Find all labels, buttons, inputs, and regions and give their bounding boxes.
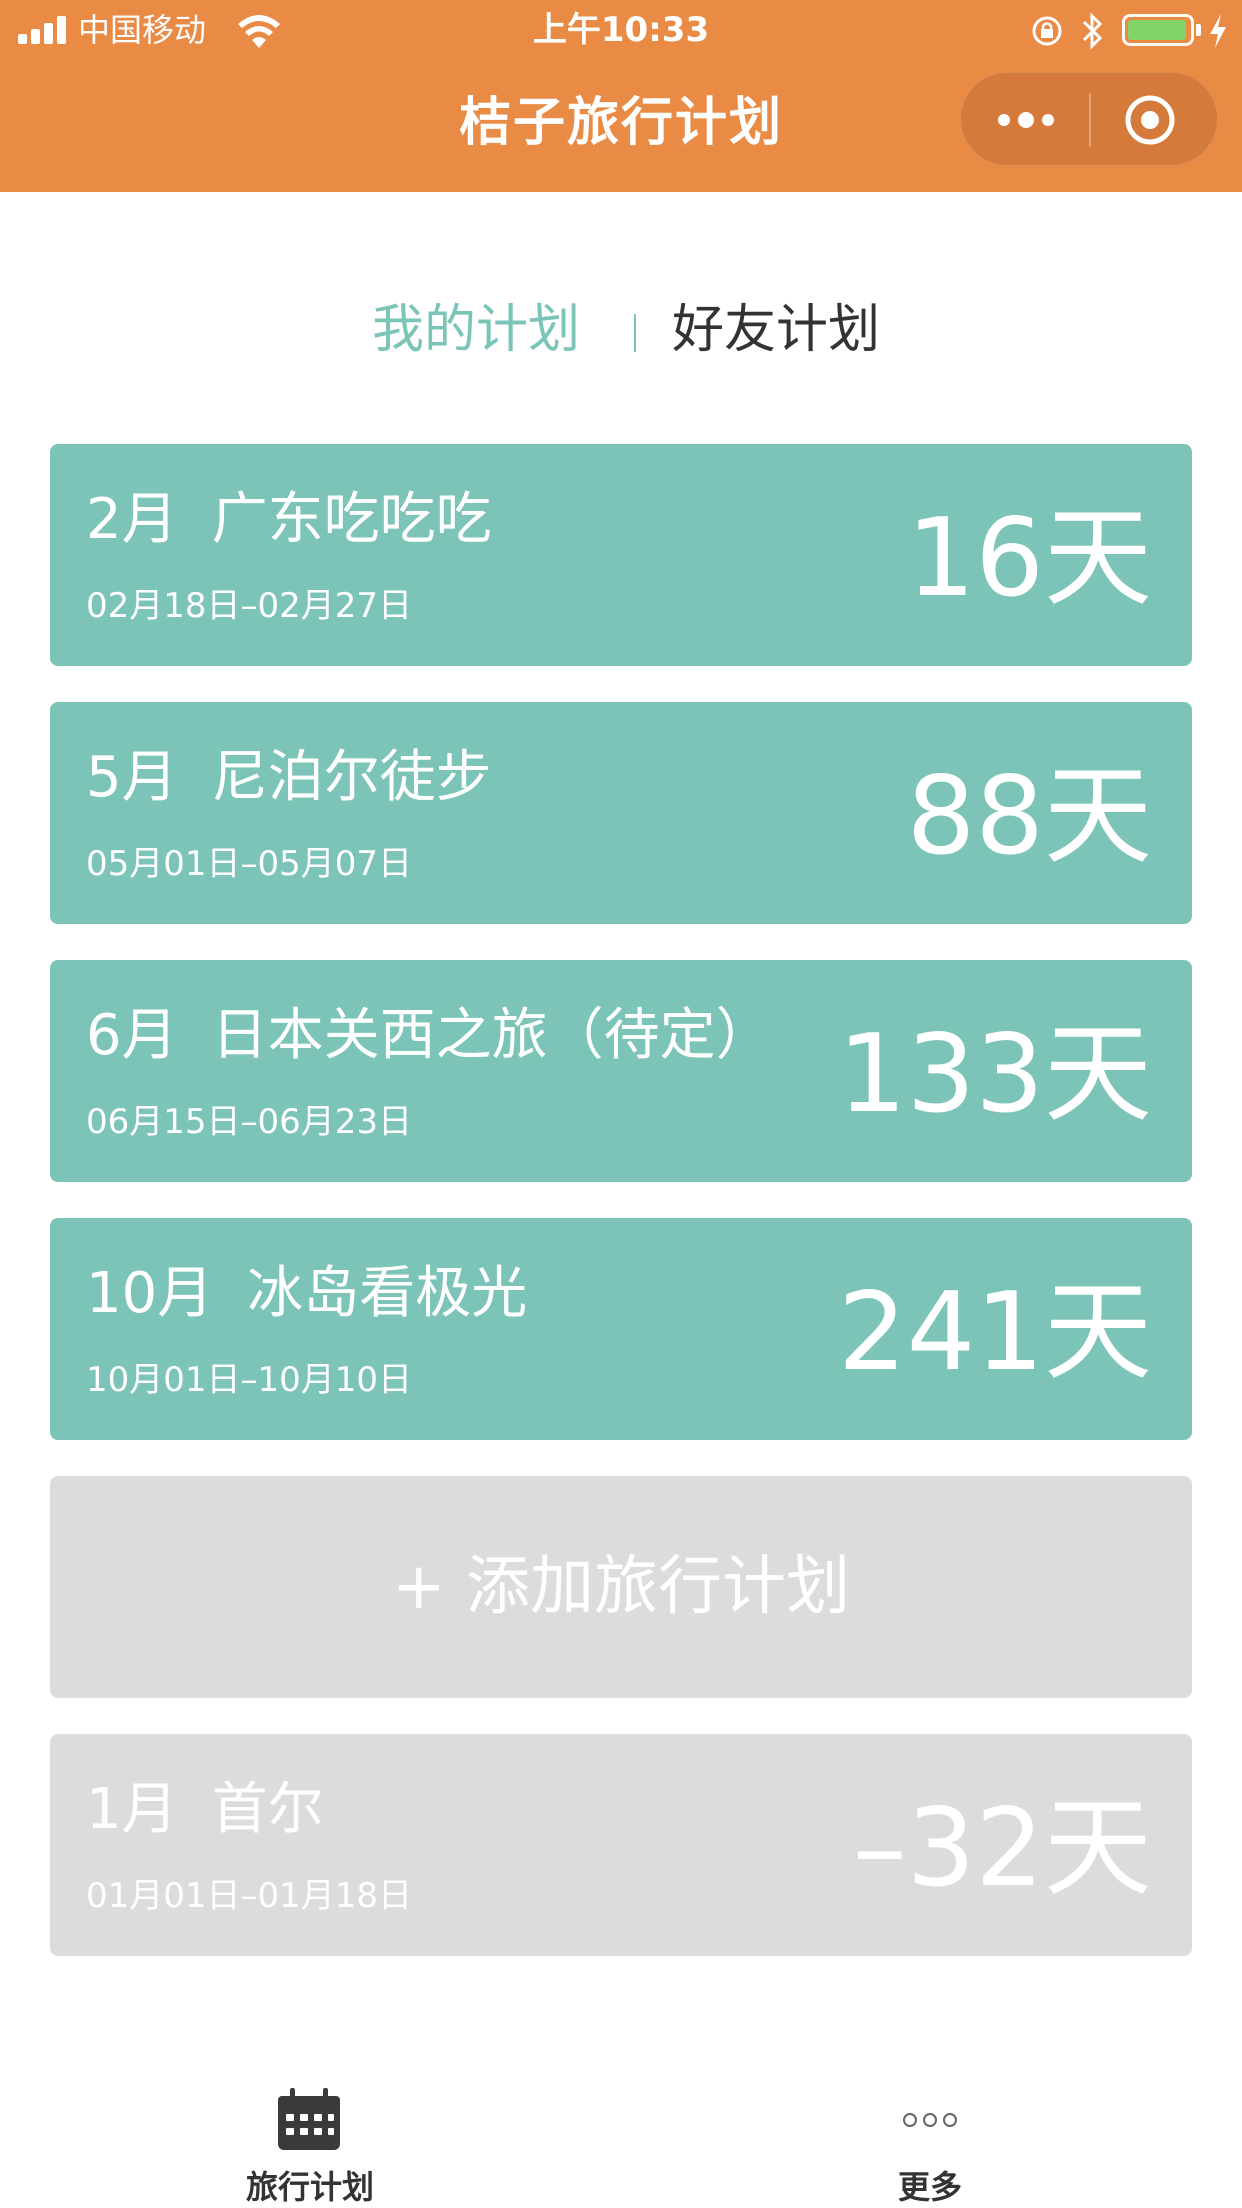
status-bar: 中国移动 上午10:33 [0,0,1242,60]
plan-countdown: 241天 [837,1270,1152,1395]
plan-title: 10月 冰岛看极光 [86,1256,527,1332]
battery-cap [1196,24,1201,36]
plan-name: 首尔 [211,1777,324,1842]
plan-countdown: 88天 [906,754,1152,879]
more-dots-icon [903,2113,957,2127]
tabbar-item-more[interactable]: 更多 [780,2060,1080,2208]
capsule-divider [1089,93,1091,147]
tab-friend-plans[interactable]: 好友计划 [672,290,880,370]
charging-icon [1210,14,1226,48]
more-options-button[interactable] [995,99,1057,141]
header: 中国移动 上午10:33 桔子旅行计划 [0,0,1242,192]
close-miniprogram-button[interactable] [1123,93,1177,147]
plan-month: 6月 [86,1003,178,1068]
rotation-lock-icon [1032,16,1062,46]
plan-month: 2月 [86,487,178,552]
plan-name: 尼泊尔徒步 [211,745,492,810]
plan-card[interactable]: 5月 尼泊尔徒步 05月01日–05月07日 88天 [50,702,1192,924]
tabbar-label-plans: 旅行计划 [245,2168,374,2206]
plan-countdown: –32天 [852,1786,1152,1911]
plan-card[interactable]: 6月 日本关西之旅（待定） 06月15日–06月23日 133天 [50,960,1192,1182]
plan-name: 广东吃吃吃 [211,487,492,552]
plan-title: 6月 日本关西之旅（待定） [86,998,772,1074]
plan-dates: 10月01日–10月10日 [86,1360,413,1400]
add-plan-button[interactable]: + 添加旅行计划 [50,1476,1192,1698]
calendar-icon-graphic [278,2088,340,2150]
plan-countdown: 16天 [906,496,1152,621]
battery-icon [1122,14,1194,46]
plan-title: 5月 尼泊尔徒步 [86,740,492,816]
plan-card[interactable]: 2月 广东吃吃吃 02月18日–02月27日 16天 [50,444,1192,666]
plan-dates: 05月01日–05月07日 [86,844,413,884]
plan-card[interactable]: 10月 冰岛看极光 10月01日–10月10日 241天 [50,1218,1192,1440]
plan-countdown: 133天 [837,1012,1152,1137]
plan-tabs: 我的计划 好友计划 [0,290,1242,370]
bottom-tab-bar: 旅行计划 更多 [0,2060,1242,2208]
plan-month: 1月 [86,1777,178,1842]
plan-title: 2月 广东吃吃吃 [86,482,492,558]
miniprogram-capsule [960,72,1218,166]
tab-divider [634,314,636,352]
plan-dates: 02月18日–02月27日 [86,586,413,626]
plan-dates: 01月01日–01月18日 [86,1876,413,1916]
plan-name: 日本关西之旅（待定） [211,1003,772,1068]
plan-month: 5月 [86,745,178,810]
plan-month: 10月 [86,1261,214,1326]
plan-name: 冰岛看极光 [247,1261,528,1326]
past-plan-card[interactable]: 1月 首尔 01月01日–01月18日 –32天 [50,1734,1192,1956]
tab-my-plans[interactable]: 我的计划 [372,290,580,370]
plan-dates: 06月15日–06月23日 [86,1102,413,1142]
plan-title: 1月 首尔 [86,1772,324,1848]
tabbar-label-more: 更多 [897,2168,962,2206]
bluetooth-icon [1082,12,1103,50]
